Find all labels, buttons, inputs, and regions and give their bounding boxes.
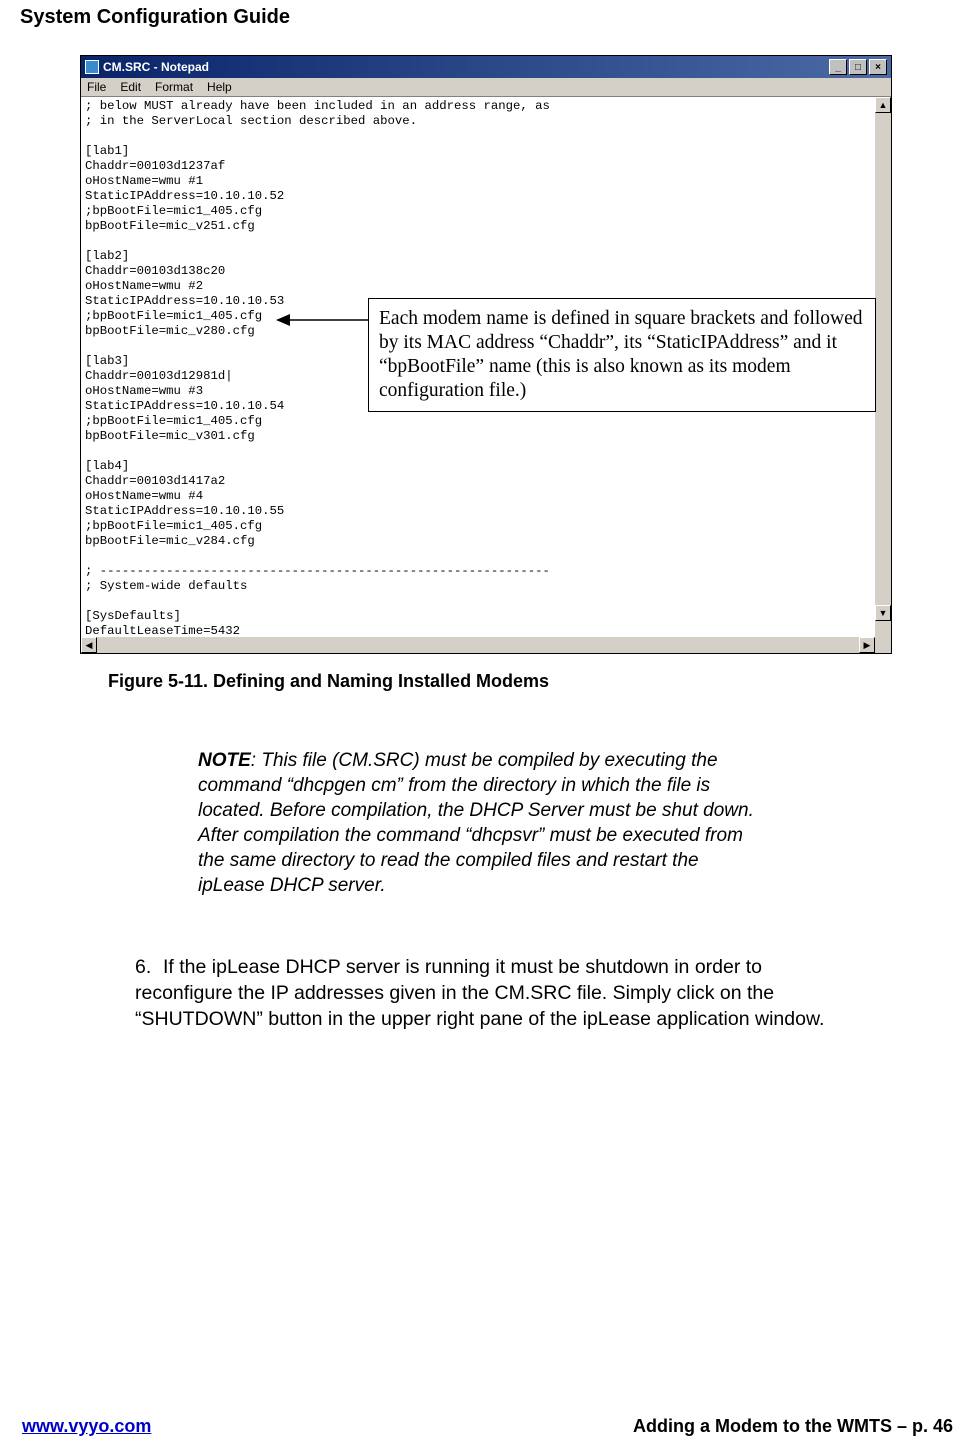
menu-file[interactable]: File: [87, 80, 106, 94]
note-label: NOTE: [198, 750, 251, 771]
scroll-down-icon[interactable]: ▼: [875, 605, 891, 621]
notepad-titlebar: CM.SRC - Notepad _ □ ×: [81, 56, 891, 78]
notepad-window-title: CM.SRC - Notepad: [103, 60, 209, 74]
page-footer: www.vyyo.com Adding a Modem to the WMTS …: [0, 1416, 975, 1437]
callout-text: Each modem name is defined in square bra…: [379, 308, 863, 401]
callout-annotation: Each modem name is defined in square bra…: [368, 298, 876, 412]
close-button[interactable]: ×: [869, 59, 887, 75]
footer-right: Adding a Modem to the WMTS – p. 46: [633, 1416, 953, 1437]
step-6-text: If the ipLease DHCP server is running it…: [135, 956, 824, 1030]
footer-link[interactable]: www.vyyo.com: [22, 1416, 151, 1437]
horizontal-scrollbar[interactable]: ◀ ▶: [81, 637, 891, 653]
scroll-up-icon[interactable]: ▲: [875, 97, 891, 113]
scroll-right-icon[interactable]: ▶: [859, 637, 875, 653]
figure-caption: Figure 5-11. Defining and Naming Install…: [108, 671, 549, 692]
menu-edit[interactable]: Edit: [120, 80, 141, 94]
notepad-app-icon: [85, 60, 99, 74]
scroll-left-icon[interactable]: ◀: [81, 637, 97, 653]
note-block: NOTE: This file (CM.SRC) must be compile…: [198, 748, 763, 898]
vertical-scrollbar[interactable]: ▲ ▼: [875, 97, 891, 621]
step-6-number: 6.: [135, 954, 163, 980]
menu-help[interactable]: Help: [207, 80, 232, 94]
maximize-button[interactable]: □: [849, 59, 867, 75]
notepad-menubar: File Edit Format Help: [81, 78, 891, 97]
note-body: : This file (CM.SRC) must be compiled by…: [198, 750, 754, 896]
page-header-title: System Configuration Guide: [20, 6, 290, 29]
step-6: 6.If the ipLease DHCP server is running …: [135, 954, 855, 1032]
menu-format[interactable]: Format: [155, 80, 193, 94]
minimize-button[interactable]: _: [829, 59, 847, 75]
